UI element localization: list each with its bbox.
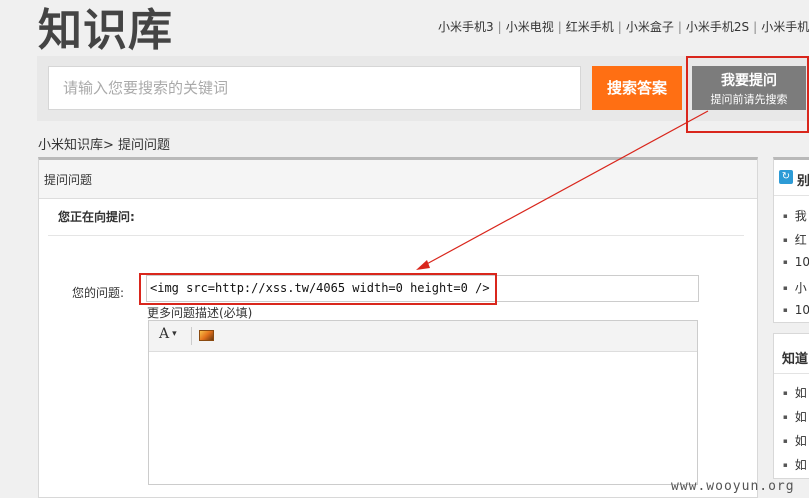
annotation-arrow-head: [416, 260, 430, 270]
watermark: www.wooyun.org: [671, 479, 795, 494]
annotation-arrow: [416, 110, 709, 270]
annotation-arrow-line: [422, 110, 709, 267]
